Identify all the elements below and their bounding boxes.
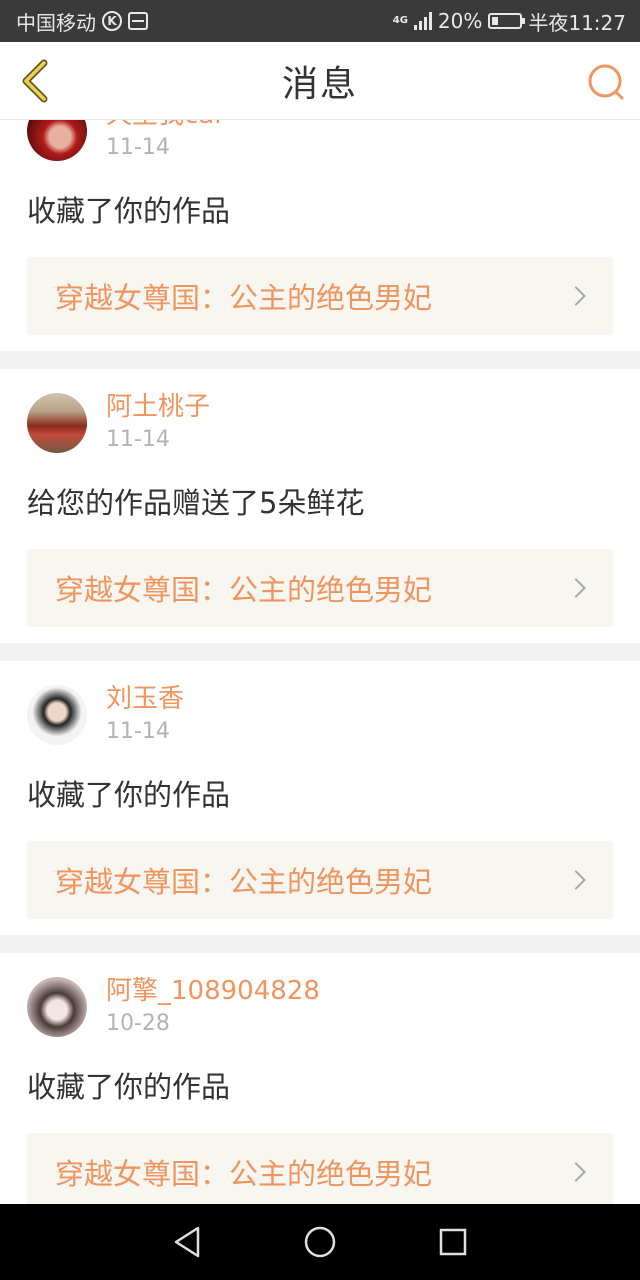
message-action-text: 收藏了你的作品 <box>27 194 231 228</box>
system-nav-bar <box>0 1204 640 1280</box>
network-type: 4G <box>392 15 408 26</box>
battery-icon <box>488 13 526 29</box>
chevron-left-icon <box>22 59 48 103</box>
chevron-right-icon <box>566 1162 586 1182</box>
message-list[interactable]: 天生我cai 11-14 收藏了你的作品 穿越女尊国：公主的绝色男妃 阿土桃子 … <box>0 120 640 1204</box>
message-card: 刘玉香 11-14 收藏了你的作品 穿越女尊国：公主的绝色男妃 <box>0 661 640 935</box>
work-link[interactable]: 穿越女尊国：公主的绝色男妃 <box>27 1133 613 1204</box>
nav-recents-button[interactable] <box>423 1212 483 1272</box>
work-link[interactable]: 穿越女尊国：公主的绝色男妃 <box>27 549 613 627</box>
nav-back-button[interactable] <box>157 1212 217 1272</box>
activity-icon <box>128 12 148 30</box>
battery-percent: 20% <box>437 9 483 33</box>
message-card: 阿土桃子 11-14 给您的作品赠送了5朵鲜花 穿越女尊国：公主的绝色男妃 <box>0 369 640 643</box>
message-action-text: 给您的作品赠送了5朵鲜花 <box>27 486 365 520</box>
page-title: 消息 <box>281 63 358 105</box>
k-badge-icon: K <box>102 11 122 31</box>
search-button[interactable] <box>584 60 628 104</box>
avatar[interactable] <box>27 393 87 453</box>
app-header: 消息 <box>0 42 640 120</box>
work-title: 穿越女尊国：公主的绝色男妃 <box>55 1157 433 1191</box>
chevron-right-icon <box>566 870 586 890</box>
triangle-back-icon <box>174 1226 199 1258</box>
message-date: 11-14 <box>106 719 170 744</box>
back-button[interactable] <box>10 54 60 108</box>
carrier-name: 中国移动 <box>16 10 96 35</box>
avatar[interactable] <box>27 120 87 161</box>
circle-home-icon <box>304 1226 336 1258</box>
message-card: 天生我cai 11-14 收藏了你的作品 穿越女尊国：公主的绝色男妃 <box>0 120 640 351</box>
status-bar: 中国移动 K 4G 20% 半夜11:27 <box>0 0 640 42</box>
message-date: 11-14 <box>106 135 170 160</box>
message-action-text: 收藏了你的作品 <box>27 1070 231 1104</box>
username-link[interactable]: 刘玉香 <box>106 682 184 716</box>
message-card: 阿擎_108904828 10-28 收藏了你的作品 穿越女尊国：公主的绝色男妃 <box>0 953 640 1204</box>
avatar[interactable] <box>27 685 87 745</box>
username-link[interactable]: 阿擎_108904828 <box>106 974 320 1008</box>
message-date: 10-28 <box>106 1011 170 1036</box>
work-link[interactable]: 穿越女尊国：公主的绝色男妃 <box>27 257 613 335</box>
work-title: 穿越女尊国：公主的绝色男妃 <box>55 281 433 315</box>
clock: 半夜11:27 <box>528 10 626 35</box>
work-title: 穿越女尊国：公主的绝色男妃 <box>55 573 433 607</box>
avatar[interactable] <box>27 977 87 1037</box>
search-icon <box>588 64 624 100</box>
signal-icon <box>413 12 432 30</box>
message-action-text: 收藏了你的作品 <box>27 778 231 812</box>
chevron-right-icon <box>566 578 586 598</box>
square-recents-icon <box>440 1228 467 1256</box>
work-link[interactable]: 穿越女尊国：公主的绝色男妃 <box>27 841 613 919</box>
message-date: 11-14 <box>106 427 170 452</box>
username-link[interactable]: 阿土桃子 <box>106 390 210 424</box>
nav-home-button[interactable] <box>290 1212 350 1272</box>
username-link[interactable]: 天生我cai <box>106 120 221 132</box>
work-title: 穿越女尊国：公主的绝色男妃 <box>55 865 433 899</box>
chevron-right-icon <box>566 286 586 306</box>
